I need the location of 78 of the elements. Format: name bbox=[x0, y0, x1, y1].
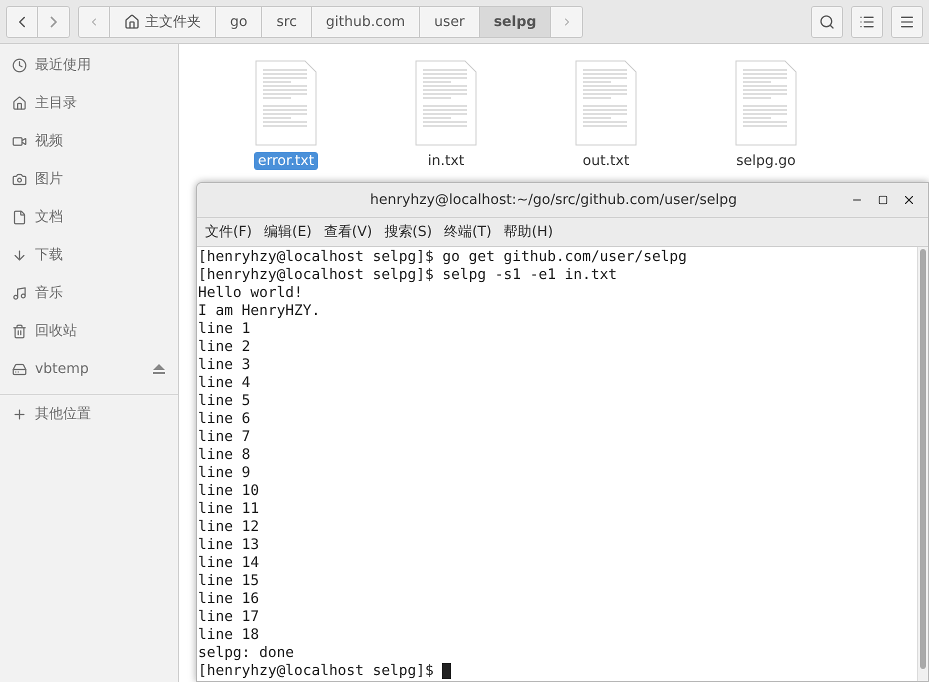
recent-icon bbox=[12, 58, 27, 72]
sidebar-item[interactable]: vbtemp bbox=[0, 350, 178, 388]
file-name[interactable]: in.txt bbox=[424, 152, 468, 170]
terminal-line: line 12 bbox=[198, 518, 260, 536]
path-button[interactable]: github.com bbox=[312, 6, 420, 38]
terminal-line: line 16 bbox=[198, 590, 260, 608]
terminal-line: selpg: done bbox=[198, 644, 294, 662]
chevron-right-icon bbox=[50, 16, 57, 28]
view-button[interactable] bbox=[851, 6, 883, 38]
home-icon bbox=[12, 96, 27, 110]
text-file-icon bbox=[575, 60, 637, 146]
scrollbar-thumb[interactable] bbox=[920, 249, 926, 669]
menu-button[interactable] bbox=[891, 6, 923, 38]
music-icon bbox=[12, 286, 27, 300]
terminal-line: I am HenryHZY. bbox=[198, 302, 320, 320]
terminal-line: line 10 bbox=[198, 482, 260, 500]
sidebar-item[interactable]: 回收站 bbox=[0, 312, 178, 350]
terminal-line: line 11 bbox=[198, 500, 260, 518]
sidebar-item[interactable]: 主目录 bbox=[0, 84, 178, 122]
terminal-line: line 1 bbox=[198, 320, 250, 338]
window-title: henryhzy@localhost:~/go/src/github.com/user/selpg bbox=[368, 192, 738, 208]
menu-icon bbox=[899, 14, 915, 30]
terminal-line: [henryhzy@localhost selpg]$ selpg -s1 -e1 in.txt bbox=[198, 266, 618, 284]
sidebar-item[interactable]: 图片 bbox=[0, 160, 178, 198]
pictures-icon bbox=[12, 172, 27, 186]
scroll-right-button[interactable] bbox=[551, 6, 584, 38]
sidebar-item[interactable]: 音乐 bbox=[0, 274, 178, 312]
path-button[interactable]: go bbox=[216, 6, 262, 38]
terminal-line: line 17 bbox=[198, 608, 260, 626]
menu-item[interactable]: 编辑(E) bbox=[260, 220, 316, 243]
path-button[interactable]: 主文件夹 bbox=[110, 6, 216, 38]
search-button[interactable] bbox=[811, 6, 843, 38]
eject-icon bbox=[152, 363, 166, 375]
text-file-icon bbox=[735, 60, 797, 146]
terminal-line: line 18 bbox=[198, 626, 260, 644]
menu-item[interactable]: 文件(F) bbox=[201, 220, 256, 243]
home-icon bbox=[124, 14, 140, 30]
terminal-line: Hello world! bbox=[198, 284, 303, 302]
terminal-line: line 3 bbox=[198, 356, 250, 374]
terminal-line: line 2 bbox=[198, 338, 250, 356]
terminal-line: line 4 bbox=[198, 374, 250, 392]
list-icon bbox=[859, 14, 875, 30]
downloads-icon bbox=[12, 248, 27, 262]
sidebar-item[interactable]: 视频 bbox=[0, 122, 178, 160]
text-file-icon bbox=[255, 60, 317, 146]
terminal-line: line 6 bbox=[198, 410, 250, 428]
cursor bbox=[442, 663, 452, 679]
drive-icon bbox=[12, 362, 27, 376]
terminal-line: line 15 bbox=[198, 572, 260, 590]
menu-item[interactable]: 搜索(S) bbox=[380, 220, 436, 243]
path-button[interactable]: user bbox=[420, 6, 480, 38]
path-button[interactable]: src bbox=[262, 6, 312, 38]
forward-button[interactable] bbox=[38, 6, 70, 38]
sidebar-item[interactable]: 最近使用 bbox=[0, 46, 178, 84]
file-name[interactable]: out.txt bbox=[578, 152, 634, 170]
terminal-line: line 5 bbox=[198, 392, 250, 410]
sidebar-item[interactable]: 下载 bbox=[0, 236, 178, 274]
text-file-icon bbox=[415, 60, 477, 146]
terminal-line: [henryhzy@localhost selpg]$ go get github.com/user/selpg bbox=[198, 248, 687, 266]
other-icon bbox=[12, 406, 27, 422]
terminal-line: line 9 bbox=[198, 464, 250, 482]
file-name[interactable]: selpg.go bbox=[732, 152, 800, 170]
menu-item[interactable]: 帮助(H) bbox=[500, 220, 558, 243]
search-icon bbox=[819, 14, 835, 30]
terminal-line: [henryhzy@localhost selpg]$ bbox=[198, 662, 435, 680]
menu-item[interactable]: 终端(T) bbox=[440, 220, 496, 243]
menu-item[interactable]: 查看(V) bbox=[320, 220, 376, 243]
sidebar-item[interactable]: 文档 bbox=[0, 198, 178, 236]
back-button[interactable] bbox=[6, 6, 38, 38]
terminal-line: line 14 bbox=[198, 554, 260, 572]
trash-icon bbox=[12, 324, 27, 338]
path-button[interactable]: selpg bbox=[480, 6, 552, 38]
terminal-line: line 13 bbox=[198, 536, 260, 554]
terminal-line: line 8 bbox=[198, 446, 250, 464]
terminal-line: line 7 bbox=[198, 428, 250, 446]
maximize-icon bbox=[878, 194, 888, 205]
scroll-left-button[interactable] bbox=[78, 6, 110, 38]
documents-icon bbox=[12, 210, 27, 224]
